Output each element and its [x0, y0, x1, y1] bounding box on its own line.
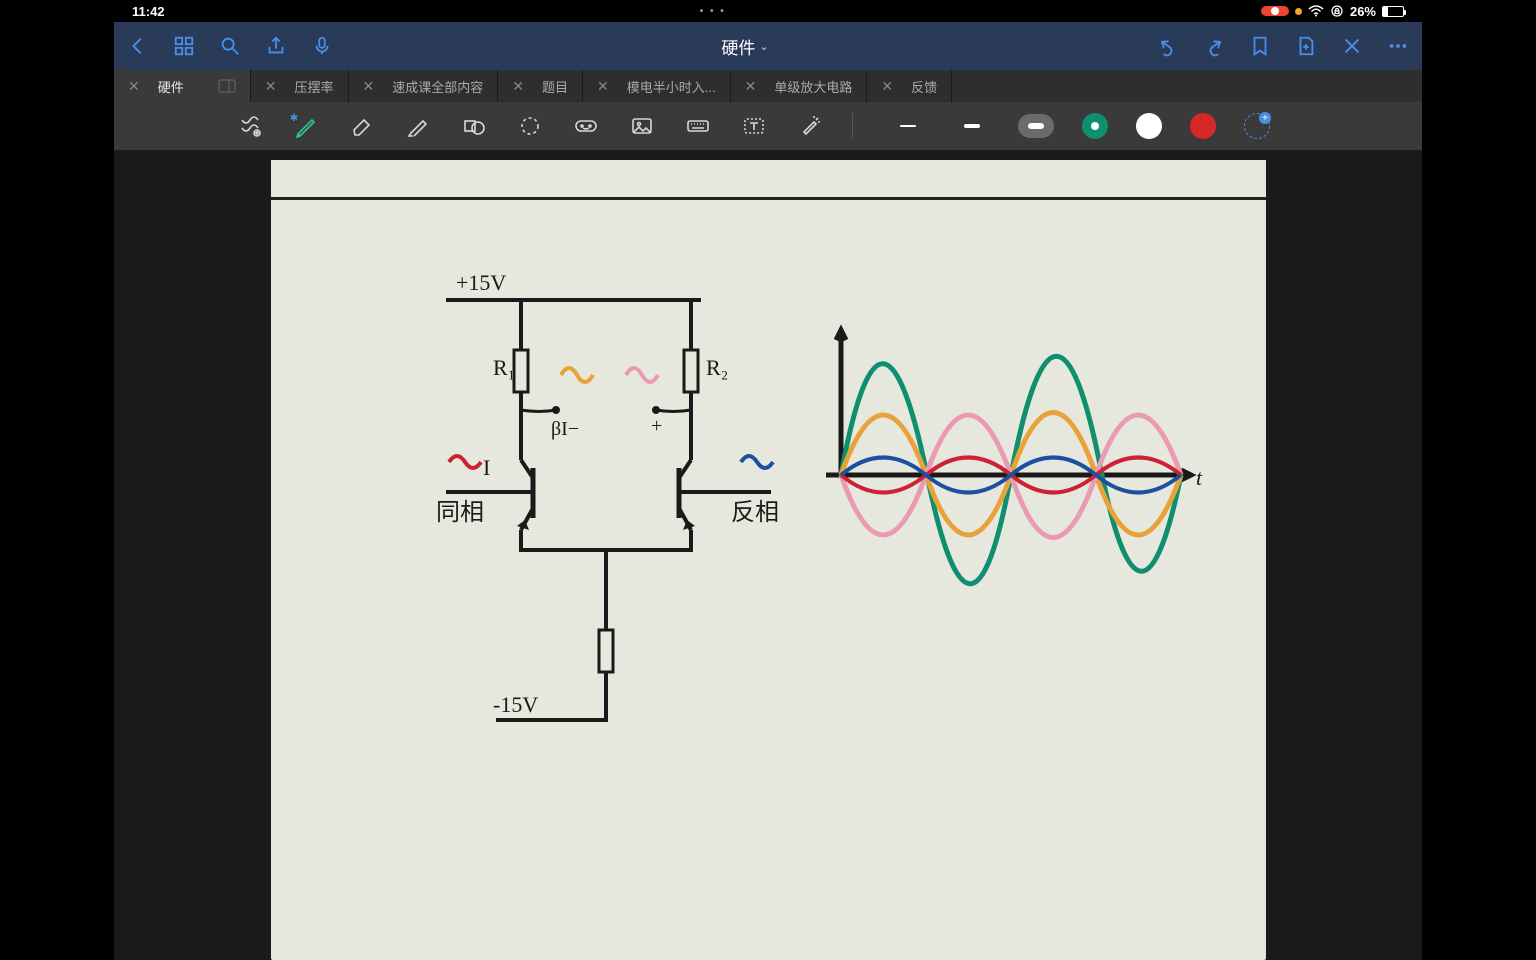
close-icon[interactable]: ✕ [363, 78, 375, 95]
shape-tool[interactable] [460, 112, 488, 140]
color-add[interactable]: + [1244, 113, 1270, 139]
tool-row: ✱ + [114, 102, 1422, 150]
status-right: 26% [1261, 4, 1404, 19]
close-icon[interactable]: ✕ [881, 78, 893, 95]
tab-label: 反馈 [911, 77, 937, 96]
battery-icon [1382, 6, 1404, 17]
share-button[interactable] [264, 34, 288, 58]
laser-tool[interactable] [796, 112, 824, 140]
svg-text:R₂: R₂ [706, 355, 728, 380]
document-title[interactable]: 硬件⌄ [356, 34, 1134, 59]
more-button[interactable] [1386, 34, 1410, 58]
color-white[interactable] [1136, 113, 1162, 139]
tab-slewrate[interactable]: ✕ 压摆率 [251, 70, 349, 102]
close-button[interactable] [1340, 34, 1364, 58]
sticker-tool[interactable] [572, 112, 600, 140]
tab-label: 题目 [542, 77, 568, 96]
tab-singlestage[interactable]: ✕ 单级放大电路 [731, 70, 868, 102]
back-button[interactable] [126, 34, 150, 58]
tab-problems[interactable]: ✕ 题目 [498, 70, 583, 102]
tab-label: 单级放大电路 [774, 77, 852, 96]
grid-button[interactable] [172, 34, 196, 58]
svg-text:I: I [483, 455, 490, 480]
tab-label: 速成课全部内容 [392, 77, 483, 96]
svg-text:-15V: -15V [493, 692, 538, 717]
image-tool[interactable] [628, 112, 656, 140]
bookmark-button[interactable] [1248, 34, 1272, 58]
recording-pill[interactable] [1261, 6, 1289, 16]
note-drawing: +15V R₁ R₂ [271, 200, 1266, 860]
search-button[interactable] [218, 34, 242, 58]
tab-label: 模电半小时入... [627, 77, 716, 96]
svg-text:βI−: βI− [551, 418, 579, 440]
keyboard-tool[interactable] [684, 112, 712, 140]
tab-label: 压摆率 [294, 77, 333, 96]
lasso-tool[interactable] [516, 112, 544, 140]
orientation-lock-icon [1330, 4, 1344, 18]
svg-text:同相: 同相 [436, 499, 484, 526]
status-handle: • • • [165, 6, 1261, 17]
pen-tool[interactable]: ✱ [292, 112, 320, 140]
undo-button[interactable] [1156, 34, 1180, 58]
tab-crashcourse[interactable]: ✕ 速成课全部内容 [349, 70, 499, 102]
close-icon[interactable]: ✕ [265, 78, 277, 95]
color-red[interactable] [1190, 113, 1216, 139]
note-page[interactable]: +15V R₁ R₂ [271, 160, 1266, 960]
stroke-thin[interactable] [890, 114, 926, 138]
svg-text:R₁: R₁ [493, 355, 515, 380]
svg-text:t: t [1196, 465, 1203, 490]
close-icon[interactable]: ✕ [597, 78, 609, 95]
split-icon[interactable] [218, 79, 236, 93]
svg-text:+: + [651, 415, 662, 437]
canvas-wrap: +15V R₁ R₂ [114, 150, 1422, 960]
eraser-tool[interactable] [348, 112, 376, 140]
text-tool[interactable] [740, 112, 768, 140]
tab-hardware[interactable]: ✕ 硬件 [114, 70, 251, 102]
tab-label: 硬件 [158, 77, 184, 96]
tab-analog[interactable]: ✕ 模电半小时入... [583, 70, 731, 102]
svg-text:+15V: +15V [456, 270, 506, 295]
battery-pct: 26% [1350, 4, 1376, 19]
tab-row: ✕ 硬件 ✕ 压摆率 ✕ 速成课全部内容 ✕ 题目 ✕ 模电半小时入... ✕ [114, 70, 1422, 102]
stroke-med[interactable] [954, 114, 990, 138]
close-icon[interactable]: ✕ [128, 78, 140, 95]
color-green[interactable] [1082, 113, 1108, 139]
wifi-icon [1308, 5, 1324, 17]
add-page-button[interactable] [1294, 34, 1318, 58]
mic-button[interactable] [310, 34, 334, 58]
tab-feedback[interactable]: ✕ 反馈 [867, 70, 952, 102]
highlighter-tool[interactable] [404, 112, 432, 140]
close-icon[interactable]: ✕ [512, 78, 524, 95]
privacy-dot [1295, 8, 1302, 15]
status-time: 11:42 [132, 4, 165, 19]
stroke-thick[interactable] [1018, 114, 1054, 138]
redo-button[interactable] [1202, 34, 1226, 58]
svg-text:反相: 反相 [731, 499, 779, 526]
zoom-tool[interactable] [236, 112, 264, 140]
close-icon[interactable]: ✕ [745, 78, 757, 95]
